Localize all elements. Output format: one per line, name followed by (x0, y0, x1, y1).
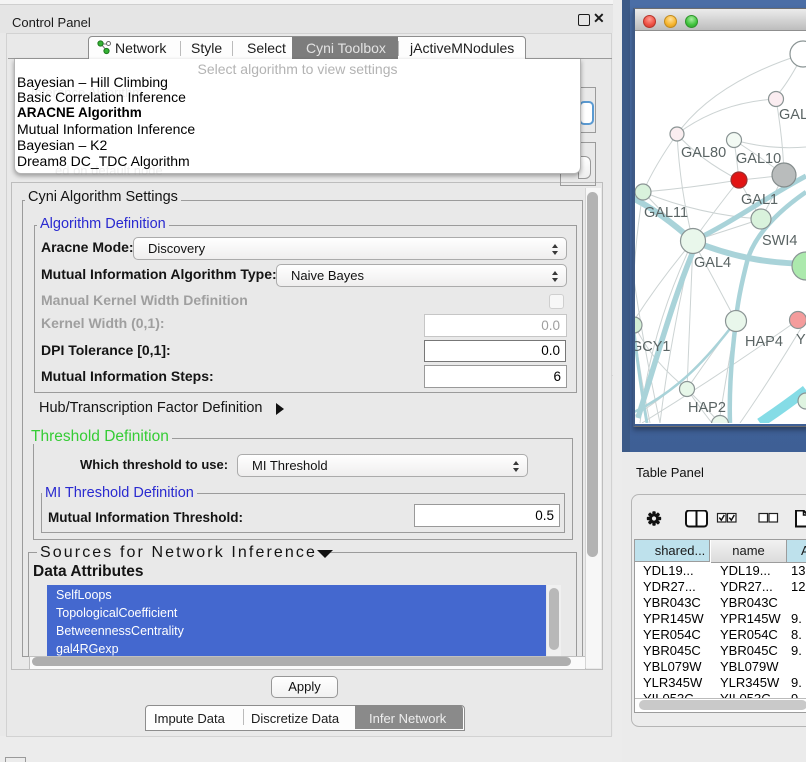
svg-text:GAL4: GAL4 (694, 255, 731, 271)
svg-text:GAL1: GAL1 (741, 192, 778, 208)
svg-text:GAL80: GAL80 (681, 145, 726, 161)
svg-text:GAL11: GAL11 (644, 205, 688, 221)
svg-text:GAL10: GAL10 (736, 151, 781, 167)
svg-text:SWI4: SWI4 (762, 233, 797, 249)
svg-text:GAL2: GAL2 (779, 107, 806, 123)
svg-text:YM: YM (796, 332, 806, 348)
svg-text:HAP2: HAP2 (688, 400, 726, 416)
svg-text:GCY1: GCY1 (635, 339, 671, 355)
svg-text:HAP4: HAP4 (745, 334, 783, 350)
